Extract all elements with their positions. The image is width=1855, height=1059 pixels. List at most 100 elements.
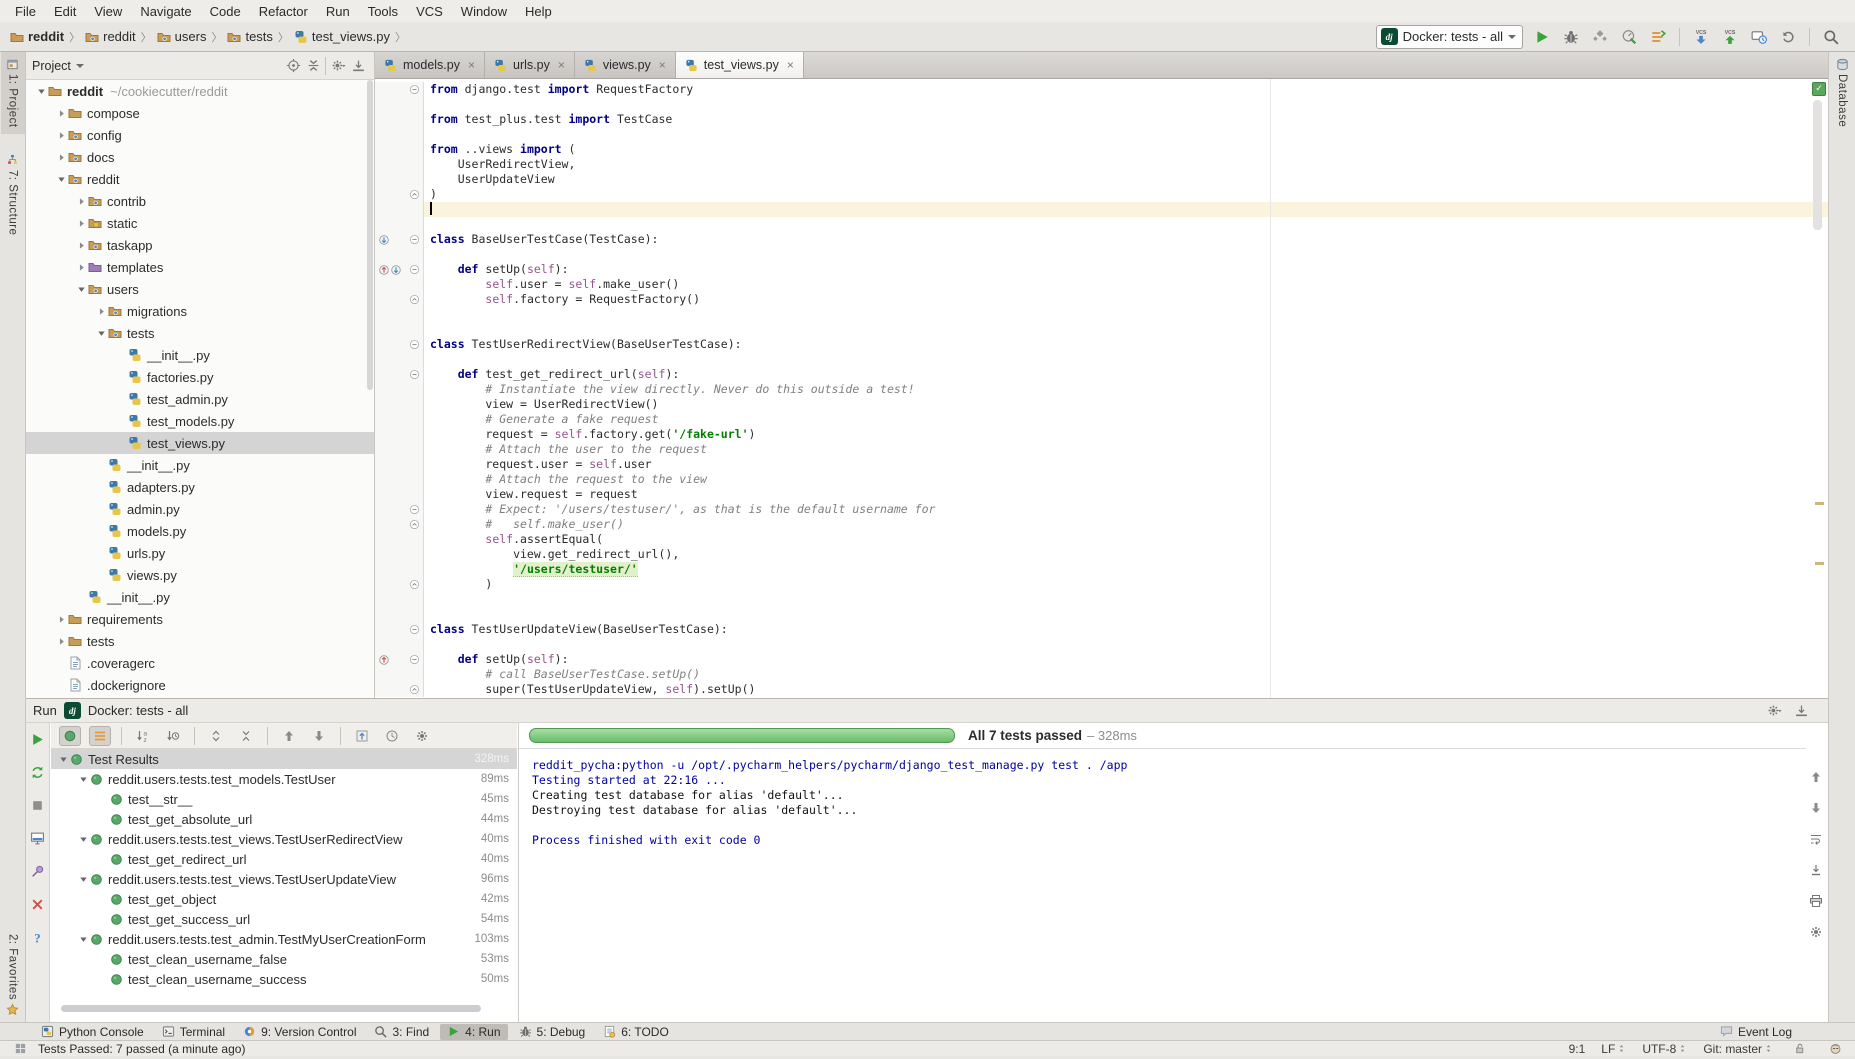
editor-gutter[interactable] [375,262,424,277]
tree-item-factories-py[interactable]: factories.py [26,366,374,388]
editor-gutter[interactable] [375,667,424,682]
tree-item-views-py[interactable]: views.py [26,564,374,586]
editor-tab-urls-py[interactable]: urls.py× [485,52,575,78]
editor-gutter[interactable] [375,232,424,247]
editor-gutter[interactable] [375,382,424,397]
menu-vcs[interactable]: VCS [407,2,452,21]
tree-item-config[interactable]: config [26,124,374,146]
tree-item-test-admin-py[interactable]: test_admin.py [26,388,374,410]
target-button[interactable] [283,56,303,76]
editor-gutter[interactable] [375,217,424,232]
editor-gutter[interactable] [375,472,424,487]
editor-gutter[interactable] [375,457,424,472]
pin-button[interactable] [28,861,48,881]
editor-scrollbar[interactable] [1813,100,1822,230]
rerunfail-button[interactable] [28,762,48,782]
status-widget-9-1[interactable]: 9:1 [1569,1042,1586,1056]
menu-edit[interactable]: Edit [45,2,85,21]
menu-file[interactable]: File [6,2,45,21]
editor-gutter[interactable] [375,172,424,187]
test-results-tree[interactable]: Test Results 328ms reddit.users.tests.te… [51,749,517,1001]
editor-tab-test-views-py[interactable]: test_views.py× [676,52,804,78]
project-panel-title[interactable]: Project [32,59,283,73]
test-node-test-clean-username-success[interactable]: test_clean_username_success 50ms [51,969,517,989]
menu-window[interactable]: Window [452,2,516,21]
editor-gutter[interactable] [375,427,424,442]
tree-item-static[interactable]: static [26,212,374,234]
tree-item-test-models-py[interactable]: test_models.py [26,410,374,432]
play-button[interactable] [1532,27,1552,47]
test-node-reddit-users-tests-test-admin-testmyusercreationform[interactable]: reddit.users.tests.test_admin.TestMyUser… [51,929,517,949]
upArr-button[interactable] [278,726,300,746]
editor-tab-models-py[interactable]: models.py× [375,52,485,78]
editor-gutter[interactable] [375,532,424,547]
editor-gutter[interactable] [375,142,424,157]
editor-gutter[interactable] [375,652,424,667]
vcsup-button[interactable]: VCS [1720,27,1740,47]
toolwindow-terminal[interactable]: Terminal [155,1024,232,1040]
profile-button[interactable] [1619,27,1639,47]
menu-tools[interactable]: Tools [359,2,407,21]
editor-gutter[interactable] [375,607,424,622]
gear-button[interactable] [411,726,433,746]
coverage-button[interactable] [1590,27,1610,47]
sortA-button[interactable]: az [132,726,154,746]
lines-button[interactable] [89,726,111,746]
tree-item-tests[interactable]: tests [26,630,374,652]
tree-item-adapters-py[interactable]: adapters.py [26,476,374,498]
project-scrollbar[interactable] [367,80,373,390]
editor-gutter[interactable] [375,682,424,697]
test-node-test-get-absolute-url[interactable]: test_get_absolute_url 44ms [51,809,517,829]
monitor-button[interactable] [28,828,48,848]
editor-gutter[interactable] [375,397,424,412]
editor-gutter[interactable] [375,292,424,307]
tree-item-users[interactable]: users [26,278,374,300]
editor-gutter[interactable] [375,187,424,202]
tree-item-models-py[interactable]: models.py [26,520,374,542]
warning-stripe-mark[interactable] [1815,562,1824,565]
tree-item-reddit[interactable]: reddit ~/cookiecutter/reddit [26,80,374,102]
tree-item-templates[interactable]: templates [26,256,374,278]
event-log-button[interactable]: Event Log [1713,1024,1799,1040]
menu-view[interactable]: View [85,2,131,21]
histclock-button[interactable] [381,726,403,746]
editor-gutter[interactable] [375,202,424,217]
concurrency-button[interactable] [1648,27,1668,47]
test-node-test-get-object[interactable]: test_get_object 42ms [51,889,517,909]
breadcrumb-users[interactable]: users [157,29,207,44]
editor-gutter[interactable] [375,562,424,577]
editor-gutter[interactable] [375,157,424,172]
close-icon[interactable]: × [468,58,475,72]
menu-help[interactable]: Help [516,2,561,21]
tree-item-urls-py[interactable]: urls.py [26,542,374,564]
rollback-button[interactable] [1778,27,1798,47]
test-node-reddit-users-tests-test-models-testuser[interactable]: reddit.users.tests.test_models.TestUser … [51,769,517,789]
inspections-ok-badge[interactable]: ✓ [1812,82,1826,96]
tree-item-init-py[interactable]: __init__.py [26,344,374,366]
run-console[interactable]: reddit_pycha:python -u /opt/.pycharm_hel… [519,749,1806,1023]
editor-gutter[interactable] [375,97,424,112]
editor-gutter[interactable] [375,277,424,292]
project-tree[interactable]: reddit ~/cookiecutter/reddit compose con… [26,80,374,698]
editor-tab-views-py[interactable]: views.py× [575,52,676,78]
editor-gutter[interactable] [375,577,424,592]
help-button[interactable]: ? [28,927,48,947]
tool-window-button-2-favorites[interactable]: 2: Favorites [1,928,25,1022]
export-button[interactable] [351,726,373,746]
menu-code[interactable]: Code [201,2,250,21]
expandAll-button[interactable] [205,726,227,746]
stop-button[interactable] [28,795,48,815]
tool-window-button-database[interactable]: Database [1829,52,1855,133]
play-button[interactable] [28,729,48,749]
editor-gutter[interactable] [375,412,424,427]
close-icon[interactable]: × [558,58,565,72]
tree-item-taskapp[interactable]: taskapp [26,234,374,256]
collapse2-button[interactable] [235,726,257,746]
editor-gutter[interactable] [375,592,424,607]
menu-run[interactable]: Run [317,2,359,21]
editor-gutter[interactable] [375,112,424,127]
test-tree-hscrollbar[interactable] [61,1005,481,1012]
tree-item-reddit[interactable]: reddit [26,168,374,190]
test-node-test-clean-username-false[interactable]: test_clean_username_false 53ms [51,949,517,969]
breadcrumb-tests[interactable]: tests [227,29,272,44]
